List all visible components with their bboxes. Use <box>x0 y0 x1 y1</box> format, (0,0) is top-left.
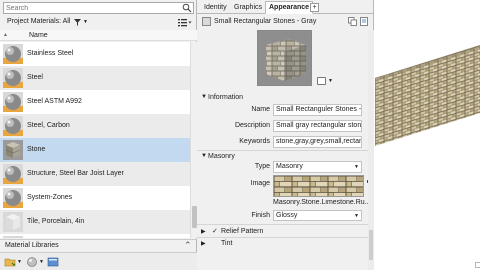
replace-asset-icon[interactable] <box>360 17 369 26</box>
filter-label[interactable]: Project Materials: All <box>7 18 70 25</box>
material-libraries-header[interactable]: Material Libraries ⌃ <box>0 239 197 250</box>
search-box[interactable] <box>3 2 194 14</box>
create-material-icon[interactable] <box>26 256 38 268</box>
editor-scrollbar[interactable] <box>368 30 374 270</box>
material-cube-thumbnail <box>3 140 23 160</box>
material-name: Stone <box>27 146 46 153</box>
wall-render <box>375 45 480 146</box>
tab-graphics[interactable]: Graphics <box>231 3 265 14</box>
open-library-icon[interactable] <box>4 256 16 268</box>
section-information[interactable]: ▼ Information <box>197 92 374 103</box>
scrollbar-thumb[interactable] <box>369 230 373 260</box>
material-list-item[interactable]: System-Zones <box>0 186 190 210</box>
material-list-item[interactable]: Tile, Porcelain, 4in <box>0 210 190 234</box>
material-list-item[interactable]: Steel ASTM A992 <box>0 90 190 114</box>
preview-options-icon[interactable] <box>317 77 326 85</box>
description-label: Description <box>234 122 270 129</box>
material-name: Steel ASTM A992 <box>27 98 82 105</box>
material-list-item[interactable]: Vapor Retarder <box>0 234 190 238</box>
material-cube-thumbnail <box>3 212 23 232</box>
material-list-item[interactable]: Steel, Carbon <box>0 114 190 138</box>
name-label: Name <box>251 106 270 113</box>
material-name: Structure, Steel Bar Joist Layer <box>27 170 124 177</box>
material-name: Steel <box>27 74 43 81</box>
material-list-item[interactable]: Stainless Steel <box>0 42 190 66</box>
section-label: Information <box>208 94 244 101</box>
search-input[interactable] <box>4 3 179 13</box>
material-sphere-thumbnail <box>3 116 23 136</box>
description-field[interactable]: Small gray rectangular stones <box>273 120 362 132</box>
column-header-name: Name <box>29 32 48 39</box>
asset-title: Small Rectangular Stones - Gray <box>214 18 317 25</box>
section-tint[interactable]: ▶ Tint <box>197 238 374 249</box>
keywords-label: Keywords <box>239 138 270 145</box>
material-sphere-thumbnail <box>3 68 23 88</box>
tab-identity[interactable]: Identity <box>201 3 230 14</box>
image-label: Image <box>250 180 270 187</box>
duplicate-asset-icon[interactable] <box>348 17 357 26</box>
material-sphere-thumbnail <box>3 188 23 208</box>
asset-icon <box>202 17 211 26</box>
sort-arrow-icon: ▲ <box>3 32 8 38</box>
browser-toolbar: ▼ ▼ <box>0 252 197 270</box>
list-view-icon[interactable] <box>178 18 192 27</box>
section-label: Tint <box>221 240 233 247</box>
section-label: Relief Pattern <box>221 228 264 235</box>
search-icon[interactable] <box>182 3 192 13</box>
material-list[interactable]: Stainless Steel Steel Steel ASTM A992 Steel… <box>0 42 190 238</box>
material-sphere-thumbnail <box>3 92 23 112</box>
material-name: System-Zones <box>27 194 73 201</box>
asset-browser-icon[interactable] <box>47 256 59 268</box>
material-libraries-label: Material Libraries <box>5 242 59 249</box>
masonry-image-swatch[interactable] <box>273 175 364 197</box>
material-name: Stainless Steel <box>27 50 74 57</box>
material-browser-panel: Project Materials: All ▼ ▲ Name Stainles… <box>0 0 197 270</box>
material-editor-panel: Identity Graphics Appearance + Small Rec… <box>197 0 374 270</box>
chevron-down-icon[interactable]: ▼ <box>17 259 22 265</box>
collapsed-arrow-icon[interactable]: ▶ <box>201 240 206 247</box>
collapse-up-icon[interactable]: ⌃ <box>184 240 192 251</box>
finish-value: Glossy <box>276 212 298 219</box>
material-sphere-thumbnail <box>3 236 23 238</box>
3d-viewport[interactable] <box>375 0 480 270</box>
image-file-name[interactable]: Masonry.Stone.Limestone.Ru... <box>273 199 368 206</box>
chevron-down-icon[interactable]: ▼ <box>354 164 359 170</box>
list-scrollbar[interactable] <box>190 42 197 238</box>
material-list-item[interactable]: Stone <box>0 138 190 162</box>
material-list-item[interactable]: Structure, Steel Bar Joist Layer <box>0 162 190 186</box>
section-label: Masonry <box>208 153 235 160</box>
chevron-down-icon[interactable]: ▼ <box>83 19 88 25</box>
section-relief-pattern[interactable]: ▶ ✓ Relief Pattern <box>197 226 374 237</box>
viewcube-icon[interactable] <box>475 262 480 268</box>
column-header[interactable]: ▲ Name <box>0 30 197 41</box>
chevron-down-icon[interactable]: ▼ <box>39 259 44 265</box>
expanded-arrow-icon[interactable]: ▼ <box>201 94 207 100</box>
finish-label: Finish <box>251 212 270 219</box>
finish-dropdown[interactable]: Glossy ▼ <box>273 210 362 221</box>
type-dropdown[interactable]: Masonry ▼ <box>273 161 362 173</box>
type-label: Type <box>254 163 270 170</box>
collapsed-arrow-icon[interactable]: ▶ <box>201 228 206 235</box>
relief-checkbox-check-icon[interactable]: ✓ <box>212 227 218 235</box>
expanded-arrow-icon[interactable]: ▼ <box>201 153 207 159</box>
chevron-down-icon[interactable]: ▼ <box>328 78 333 84</box>
material-sphere-thumbnail <box>3 164 23 184</box>
add-asset-tab-button[interactable]: + <box>310 3 319 12</box>
material-name: Tile, Porcelain, 4in <box>27 218 85 225</box>
chevron-down-icon[interactable]: ▼ <box>354 213 359 219</box>
keywords-field[interactable]: stone,gray,grey,small,rectan... <box>273 136 362 148</box>
material-list-item[interactable]: Steel <box>0 66 190 90</box>
filter-bar: Project Materials: All ▼ <box>0 16 197 29</box>
editor-tab-bar: Identity Graphics Appearance + <box>197 0 374 14</box>
material-preview-swatch <box>257 30 312 86</box>
material-name: Steel, Carbon <box>27 122 70 129</box>
name-field[interactable]: Small Rectanguler Stones - G... <box>273 104 362 116</box>
tab-appearance[interactable]: Appearance <box>265 1 314 14</box>
filter-icon[interactable] <box>73 18 82 27</box>
type-value: Masonry <box>276 163 303 170</box>
asset-title-bar: Small Rectangular Stones - Gray <box>197 15 374 28</box>
material-sphere-thumbnail <box>3 44 23 64</box>
divider <box>197 224 374 225</box>
